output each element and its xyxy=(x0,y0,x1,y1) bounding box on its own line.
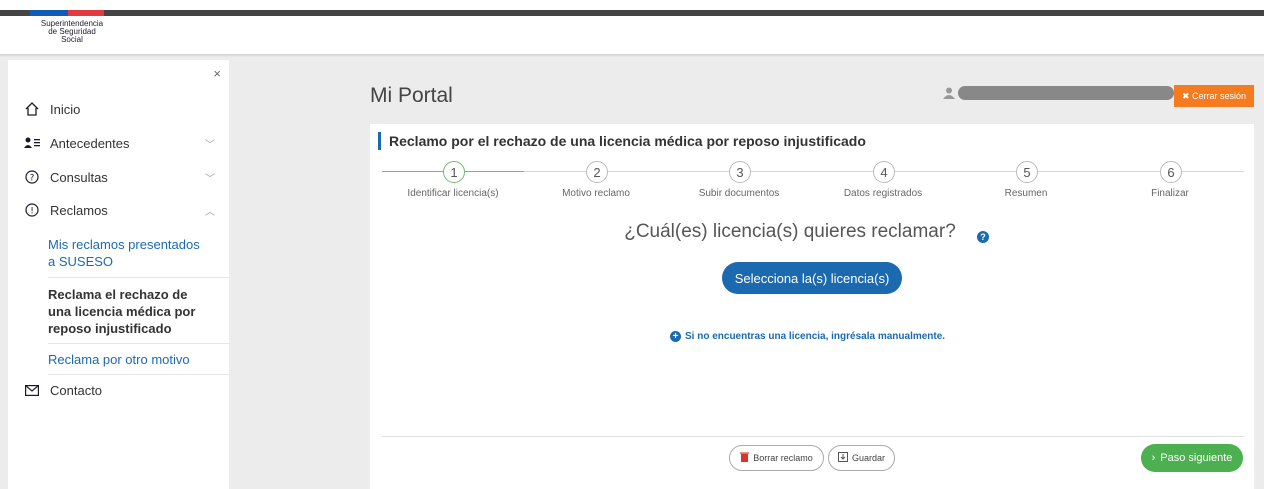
sidebar-item-label: Inicio xyxy=(50,101,81,117)
delete-claim-button[interactable]: Borrar reclamo xyxy=(729,445,824,471)
sidebar-item-reclamos[interactable]: ! Reclamos ︿ xyxy=(8,193,229,227)
card-title: Reclamo por el rechazo de una licencia m… xyxy=(378,132,866,150)
footer-divider xyxy=(382,436,1244,437)
envelope-icon xyxy=(22,384,42,396)
step-3-label: Subir documentos xyxy=(698,188,780,199)
sidebar-item-antecedentes[interactable]: Antecedentes ﹀ xyxy=(8,126,229,160)
page-title: Mi Portal xyxy=(370,84,453,107)
chevron-down-icon: ﹀ xyxy=(205,173,215,185)
top-bar-shadow xyxy=(0,54,1264,57)
suseso-logo[interactable]: Superintendencia de Seguridad Social xyxy=(32,20,112,44)
logo-line-3: Social xyxy=(61,35,83,44)
home-icon xyxy=(22,102,42,116)
sidebar-close-icon[interactable]: × xyxy=(213,66,221,81)
step-1-label: Identificar licencia(s) xyxy=(407,188,499,199)
step-2-label: Motivo reclamo xyxy=(562,188,630,199)
step-1-circle: 1 xyxy=(443,161,465,183)
question-icon: ? xyxy=(22,170,42,184)
step-3-circle: 3 xyxy=(729,161,751,183)
top-stripe xyxy=(0,10,1264,16)
flag-blue-stripe xyxy=(30,10,68,16)
save-label: Guardar xyxy=(851,453,886,463)
user-icon xyxy=(943,86,955,102)
step-4-circle: 4 xyxy=(873,161,895,183)
step-5-circle: 5 xyxy=(1016,161,1038,183)
sidebar-subitem-otro-motivo[interactable]: Reclama por otro motivo xyxy=(48,351,208,368)
sidebar-item-label: Consultas xyxy=(50,169,108,185)
manual-entry-link[interactable]: + Si no encuentras una licencia, ingrésa… xyxy=(670,331,945,342)
sidebar-subitem-reclama-rechazo[interactable]: Reclama el rechazo de una licencia médic… xyxy=(48,286,208,337)
help-icon[interactable]: ? xyxy=(977,231,989,243)
sidebar-item-label: Contacto xyxy=(50,382,103,398)
svg-text:!: ! xyxy=(30,207,34,217)
sidebar-divider xyxy=(48,277,229,278)
exclamation-icon: ! xyxy=(22,203,42,217)
chevron-up-icon: ︿ xyxy=(205,206,215,218)
sidebar-subitem-mis-reclamos[interactable]: Mis reclamos presentados a SUSESO xyxy=(48,236,208,270)
save-button[interactable]: Guardar xyxy=(828,445,895,471)
trash-icon xyxy=(740,452,750,465)
step-6-label: Finalizar xyxy=(1151,188,1189,199)
sidebar-item-label: Reclamos xyxy=(50,202,108,218)
chevron-right-icon: › xyxy=(1151,452,1156,464)
select-license-button[interactable]: Selecciona la(s) licencia(s) xyxy=(722,262,902,294)
step-6-circle: 6 xyxy=(1160,161,1182,183)
sidebar-item-label: Antecedentes xyxy=(50,135,130,151)
top-bar: Superintendencia de Seguridad Social xyxy=(0,0,1264,57)
manual-entry-label: Si no encuentras una licencia, ingrésala… xyxy=(685,331,946,342)
delete-claim-label: Borrar reclamo xyxy=(753,453,813,463)
svg-text:?: ? xyxy=(30,174,35,184)
claim-card xyxy=(370,124,1254,489)
flag-red-stripe xyxy=(68,10,104,16)
step-5-label: Resumen xyxy=(1004,188,1048,199)
sidebar: × Inicio Antecedentes ﹀ ? Consultas ﹀ ! … xyxy=(8,60,229,489)
step-4-label: Datos registrados xyxy=(843,188,923,199)
next-step-button[interactable]: › Paso siguiente xyxy=(1141,444,1243,472)
logout-button[interactable]: ✖ Cerrar sesión xyxy=(1174,85,1254,107)
sidebar-item-consultas[interactable]: ? Consultas ﹀ xyxy=(8,160,229,194)
step-2-circle: 2 xyxy=(586,161,608,183)
user-name-redacted xyxy=(958,86,1174,100)
sidebar-item-inicio[interactable]: Inicio xyxy=(8,92,229,126)
plus-circle-icon: + xyxy=(670,331,681,342)
sidebar-item-contacto[interactable]: Contacto xyxy=(8,373,229,407)
save-icon xyxy=(837,451,848,465)
next-step-label: Paso siguiente xyxy=(1160,452,1233,464)
user-list-icon xyxy=(22,137,42,149)
question-heading: ¿Cuál(es) licencia(s) quieres reclamar? xyxy=(624,221,956,242)
chevron-down-icon: ﹀ xyxy=(205,139,215,151)
sidebar-divider xyxy=(48,343,229,344)
